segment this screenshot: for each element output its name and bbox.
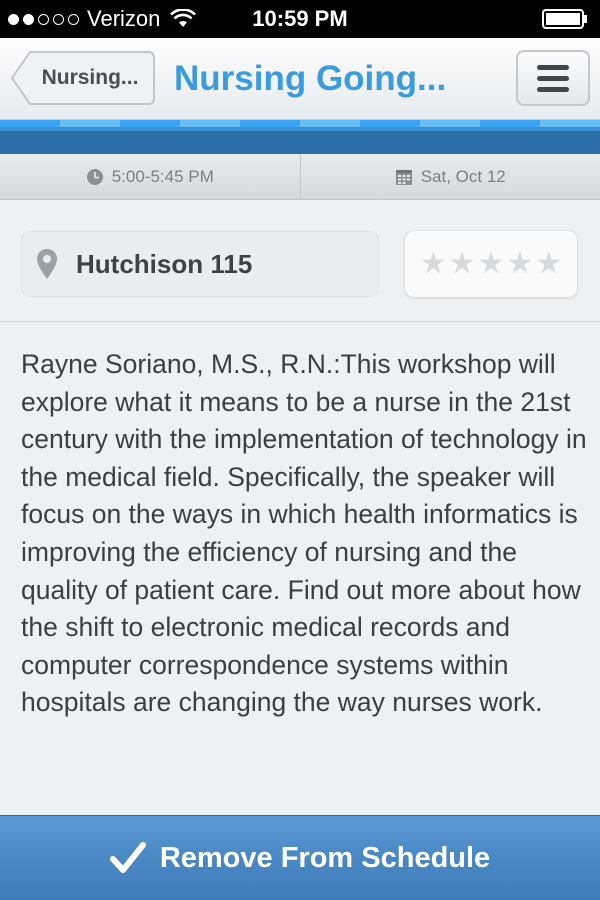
remove-from-schedule-button[interactable]: Remove From Schedule (0, 815, 600, 900)
navigation-bar: Nursing... Nursing Going... (0, 38, 600, 120)
status-bar: Verizon 10:59 PM (0, 0, 600, 38)
session-time: 5:00-5:45 PM (0, 154, 301, 199)
header-stripe (0, 120, 600, 154)
remove-from-schedule-label: Remove From Schedule (159, 841, 491, 874)
status-time: 10:59 PM (252, 6, 348, 31)
star-icon[interactable]: ★ (420, 249, 447, 279)
menu-button[interactable] (516, 50, 590, 106)
session-date-text: Sat, Oct 12 (420, 166, 506, 186)
clock-icon (86, 168, 103, 185)
location-pin-icon (37, 249, 57, 279)
session-time-text: 5:00-5:45 PM (111, 166, 214, 186)
session-description: Rayne Soriano, M.S., R.N.:This workshop … (21, 349, 587, 718)
hamburger-menu-icon (537, 75, 569, 81)
back-button[interactable]: Nursing... (12, 52, 154, 104)
location-label: Hutchison 115 (76, 248, 253, 279)
session-date: Sat, Oct 12 (301, 154, 600, 199)
battery-icon (542, 9, 587, 29)
page-title: Nursing Going... (174, 59, 447, 98)
session-info-bar: 5:00-5:45 PM Sat, Oct 12 (0, 154, 600, 200)
star-icon[interactable]: ★ (478, 249, 505, 279)
hamburger-menu-icon (537, 64, 569, 70)
detail-row: Hutchison 115 ★ ★ ★ ★ ★ (0, 200, 600, 322)
checkmark-icon (109, 842, 146, 873)
star-icon[interactable]: ★ (506, 249, 533, 279)
stripe-segments (0, 120, 600, 127)
star-rating[interactable]: ★ ★ ★ ★ ★ (404, 230, 578, 298)
star-icon[interactable]: ★ (449, 249, 476, 279)
location-button[interactable]: Hutchison 115 (21, 231, 379, 297)
calendar-icon (395, 169, 412, 185)
star-icon[interactable]: ★ (535, 249, 562, 279)
hamburger-menu-icon (537, 86, 569, 92)
